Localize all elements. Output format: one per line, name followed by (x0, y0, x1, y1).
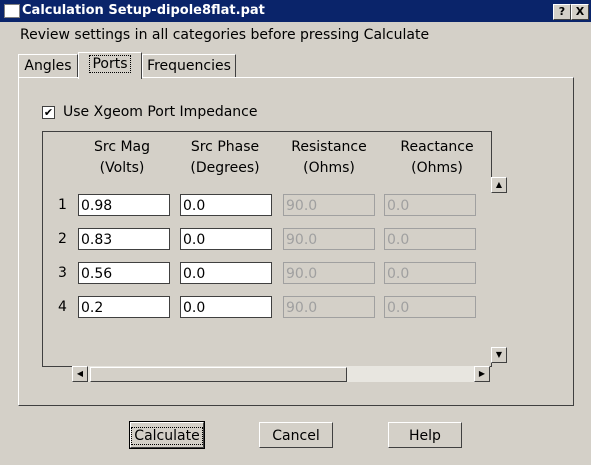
intro-text: Review settings in all categories before… (20, 27, 430, 43)
resistance-field: 90.0 (283, 262, 375, 284)
src-phase-input[interactable]: 0.0 (180, 194, 272, 216)
scroll-up-icon[interactable]: ▲ (491, 177, 507, 193)
reactance-field: 0.0 (384, 228, 476, 250)
resistance-field: 90.0 (283, 296, 375, 318)
xgeom-impedance-checkbox[interactable]: ✔ (42, 105, 55, 119)
resistance-field: 90.0 (283, 194, 375, 216)
row-number: 2 (58, 231, 67, 247)
vertical-scrollbar[interactable]: ▲ ▼ (491, 177, 507, 363)
close-button[interactable]: X (571, 4, 589, 20)
header-src-phase-line2: (Degrees) (190, 160, 260, 176)
tab-angles-label: Angles (24, 58, 72, 74)
help-button[interactable]: Help (388, 422, 462, 448)
header-src-phase: Src Phase (Degrees) (178, 139, 272, 176)
reactance-field: 0.0 (384, 262, 476, 284)
src-mag-input[interactable]: 0.83 (78, 228, 170, 250)
help-title-button[interactable]: ? (553, 4, 571, 20)
src-phase-input[interactable]: 0.0 (180, 262, 272, 284)
scroll-down-icon[interactable]: ▼ (491, 347, 507, 363)
header-resistance: Resistance (Ohms) (282, 139, 376, 176)
window-icon (4, 4, 20, 18)
scroll-left-icon[interactable]: ◀ (72, 366, 88, 382)
row-number: 3 (58, 265, 67, 281)
tab-angles[interactable]: Angles (18, 54, 78, 77)
src-mag-input[interactable]: 0.98 (78, 194, 170, 216)
reactance-field: 0.0 (384, 194, 476, 216)
header-src-mag-line1: Src Mag (93, 139, 151, 155)
xgeom-impedance-label: Use Xgeom Port Impedance (63, 104, 258, 120)
calculate-button-label: Calculate (131, 427, 203, 445)
resistance-field: 90.0 (283, 228, 375, 250)
tab-ports-label: Ports (89, 55, 131, 73)
window-title: Calculation Setup-dipole8flat.pat (22, 3, 265, 18)
row-number: 1 (58, 197, 67, 213)
header-reactance: Reactance (Ohms) (384, 139, 490, 176)
header-resistance-line1: Resistance (291, 139, 367, 155)
tab-frequencies-label: Frequencies (147, 58, 231, 74)
row-number: 4 (58, 299, 67, 315)
src-mag-input[interactable]: 0.2 (78, 296, 170, 318)
reactance-field: 0.0 (384, 296, 476, 318)
scroll-right-icon[interactable]: ▶ (474, 366, 490, 382)
header-resistance-line2: (Ohms) (303, 160, 355, 176)
header-src-mag: Src Mag (Volts) (76, 139, 168, 176)
src-mag-input[interactable]: 0.56 (78, 262, 170, 284)
header-reactance-line1: Reactance (400, 139, 474, 155)
horizontal-scroll-thumb[interactable] (90, 367, 347, 382)
src-phase-input[interactable]: 0.0 (180, 296, 272, 318)
tab-ports[interactable]: Ports (78, 52, 142, 79)
header-src-mag-line2: (Volts) (99, 160, 145, 176)
tab-frequencies[interactable]: Frequencies (142, 54, 236, 77)
horizontal-scrollbar[interactable]: ◀ ▶ (72, 366, 490, 382)
title-bar: Calculation Setup-dipole8flat.pat ? X (0, 0, 591, 22)
cancel-button[interactable]: Cancel (259, 422, 333, 448)
calculate-button[interactable]: Calculate (129, 421, 205, 449)
xgeom-impedance-checkbox-row[interactable]: ✔ Use Xgeom Port Impedance (42, 102, 257, 122)
header-reactance-line2: (Ohms) (411, 160, 463, 176)
header-src-phase-line1: Src Phase (190, 139, 260, 155)
src-phase-input[interactable]: 0.0 (180, 228, 272, 250)
